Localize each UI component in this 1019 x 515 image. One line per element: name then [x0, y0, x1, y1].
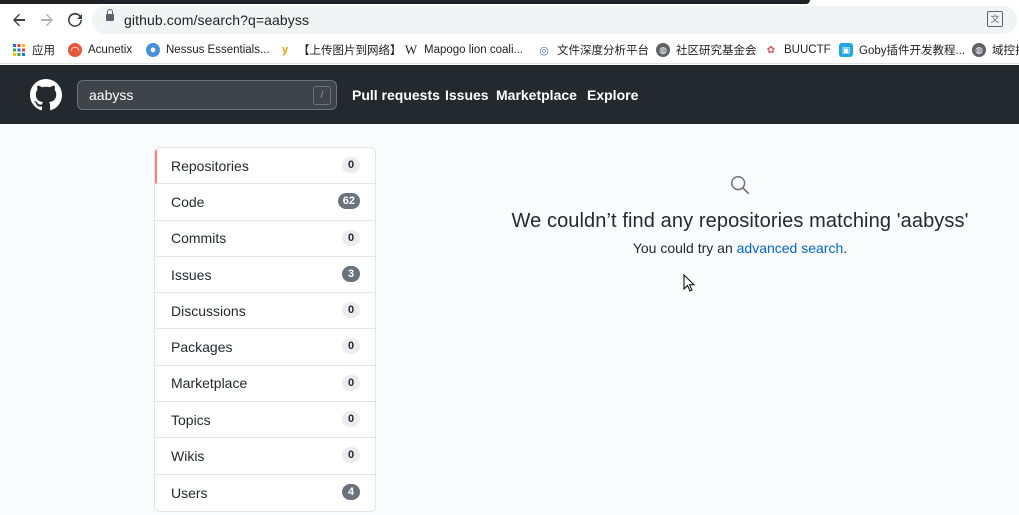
menu-item-discussions[interactable]: Discussions 0	[155, 293, 375, 330]
eye-icon: ◎	[539, 44, 549, 57]
bookmark-label: Nessus Essentials...	[166, 44, 270, 56]
translate-icon[interactable]: 文	[987, 11, 1003, 27]
nav-marketplace[interactable]: Marketplace	[496, 87, 577, 103]
menu-item-label: Topics	[171, 411, 211, 428]
menu-item-commits[interactable]: Commits 0	[155, 221, 375, 257]
github-header: aabyss / Pull requests Issues Marketplac…	[0, 65, 1019, 124]
blankslate: We couldn’t find any repositories matchi…	[440, 174, 1019, 256]
github-search-input[interactable]: aabyss /	[77, 80, 337, 110]
count-badge: 0	[342, 338, 360, 355]
search-icon	[731, 176, 750, 195]
menu-item-repositories[interactable]: Repositories 0	[155, 148, 375, 185]
count-badge: 0	[342, 302, 360, 319]
acunetix-icon: ◠	[68, 43, 82, 57]
browser-toolbar: github.com/search?q=aabyss 文	[0, 4, 1019, 36]
goby-icon: ▣	[839, 43, 853, 57]
menu-item-users[interactable]: Users 4	[155, 475, 375, 511]
bookmark-label: 社区研究基金会	[676, 45, 757, 57]
url-text: github.com/search?q=aabyss	[124, 12, 310, 28]
no-results-heading: We couldn’t find any repositories matchi…	[511, 210, 969, 232]
menu-item-label: Code	[171, 193, 205, 210]
no-results-hint: You could try an advanced search.	[440, 240, 1019, 256]
bookmark-label: 文件深度分析平台	[557, 45, 649, 57]
menu-item-marketplace[interactable]: Marketplace 0	[155, 366, 375, 403]
back-icon[interactable]	[9, 10, 29, 30]
nav-pull-requests[interactable]: Pull requests	[352, 87, 440, 103]
menu-item-wikis[interactable]: Wikis 0	[155, 438, 375, 475]
bookmark-goby[interactable]: ▣ Goby插件开发教程...	[839, 41, 965, 59]
bookmark-label: Mapogo lion coali...	[424, 44, 524, 56]
bookmark-label: 域控排	[992, 45, 1019, 57]
menu-item-label: Issues	[171, 266, 212, 283]
lock-icon	[106, 9, 114, 21]
bookmark-label: 【上传图片到网络】	[298, 45, 402, 57]
bookmark-nessus[interactable]: ● Nessus Essentials...	[146, 41, 270, 59]
menu-item-label: Users	[171, 484, 208, 501]
count-badge: 3	[342, 265, 360, 282]
bookmark-file-analysis[interactable]: ◎ 文件深度分析平台	[537, 41, 649, 59]
bookmark-label: 应用	[32, 45, 55, 57]
advanced-search-link[interactable]: advanced search	[737, 240, 844, 256]
count-badge: 0	[342, 157, 360, 173]
search-value: aabyss	[89, 87, 134, 103]
globe-icon: ◍	[972, 43, 986, 57]
github-logo-icon[interactable]	[30, 79, 62, 111]
address-bar[interactable]: github.com/search?q=aabyss 文	[92, 6, 1017, 34]
menu-item-topics[interactable]: Topics 0	[155, 402, 375, 439]
apps-grid-icon	[12, 43, 26, 57]
bookmark-label: Goby插件开发教程...	[859, 45, 966, 57]
menu-item-label: Wikis	[171, 448, 205, 465]
wikipedia-icon: W	[404, 42, 418, 57]
bookmark-label: Acunetix	[88, 44, 133, 56]
menu-item-packages[interactable]: Packages 0	[155, 329, 375, 366]
count-badge: 4	[342, 483, 360, 500]
count-badge: 0	[342, 374, 360, 391]
buuctf-icon: ✿	[766, 44, 776, 56]
slash-shortcut-hint: /	[313, 86, 331, 105]
menu-item-issues[interactable]: Issues 3	[155, 257, 375, 294]
count-badge: 62	[337, 193, 360, 210]
bookmark-community[interactable]: ◍ 社区研究基金会	[656, 41, 757, 59]
bookmarks-bar: 应用 ◠ Acunetix ● Nessus Essentials... y 【…	[0, 36, 1019, 64]
menu-item-label: Commits	[171, 230, 227, 247]
mouse-cursor-icon	[683, 274, 695, 292]
bookmark-upload[interactable]: y 【上传图片到网络】	[278, 41, 402, 59]
menu-item-label: Packages	[171, 339, 233, 356]
menu-item-label: Discussions	[171, 302, 246, 319]
hint-suffix: .	[843, 240, 848, 256]
hint-prefix: You could try an	[632, 240, 737, 256]
bookmark-buuctf[interactable]: ✿ BUUCTF	[764, 41, 831, 59]
count-badge: 0	[342, 229, 360, 246]
bookmark-apps[interactable]: 应用	[12, 41, 55, 59]
bookmark-wikipedia[interactable]: W Mapogo lion coali...	[404, 41, 523, 59]
count-badge: 0	[342, 411, 360, 428]
count-badge: 0	[342, 447, 360, 464]
search-type-menu: Repositories 0 Code 62 Commits 0 Issues …	[154, 147, 376, 512]
bookmark-label: BUUCTF	[784, 44, 831, 56]
nav-explore[interactable]: Explore	[587, 87, 638, 103]
bookmark-acunetix[interactable]: ◠ Acunetix	[68, 41, 132, 59]
search-results-page: Repositories 0 Code 62 Commits 0 Issues …	[0, 124, 1019, 515]
globe-icon: ◍	[656, 43, 670, 57]
bookmark-domain[interactable]: ◍ 域控排	[972, 41, 1019, 59]
nessus-icon: ●	[146, 43, 160, 57]
forward-icon[interactable]	[37, 10, 57, 30]
nav-issues[interactable]: Issues	[445, 87, 489, 103]
menu-item-code[interactable]: Code 62	[155, 184, 375, 221]
menu-item-label: Marketplace	[171, 375, 248, 392]
menu-item-label: Repositories	[171, 157, 249, 174]
upload-y-icon: y	[281, 44, 289, 56]
reload-icon[interactable]	[65, 10, 85, 30]
